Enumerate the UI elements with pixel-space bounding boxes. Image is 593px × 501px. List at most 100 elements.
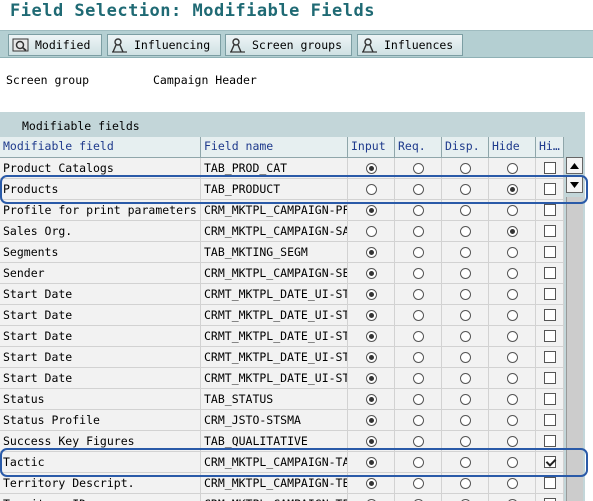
input-radio[interactable] [365,456,377,468]
hi-checkbox[interactable] [543,288,556,300]
hi-checkbox[interactable] [543,183,556,195]
table-row[interactable]: Start Date CRMT_MKTPL_DATE_UI-ST [0,326,564,347]
req-radio[interactable] [412,246,424,258]
req-radio[interactable] [412,204,424,216]
disp-radio[interactable] [459,288,471,300]
req-radio[interactable] [412,225,424,237]
hide-radio[interactable] [506,183,518,195]
disp-radio[interactable] [459,393,471,405]
hide-radio[interactable] [506,246,518,258]
hide-radio[interactable] [506,372,518,384]
disp-radio[interactable] [459,246,471,258]
disp-radio[interactable] [459,456,471,468]
scroll-down-button[interactable] [566,176,583,193]
hide-radio[interactable] [506,456,518,468]
table-row[interactable]: Sales Org. CRM_MKTPL_CAMPAIGN-SA [0,221,564,242]
disp-radio[interactable] [459,309,471,321]
table-row[interactable]: Product Catalogs TAB_PROD_CAT [0,158,564,179]
table-row[interactable]: Tactic CRM_MKTPL_CAMPAIGN-TA [0,452,564,473]
input-radio[interactable] [365,477,377,489]
input-radio[interactable] [365,162,377,174]
req-radio[interactable] [412,393,424,405]
disp-radio[interactable] [459,204,471,216]
input-radio[interactable] [365,246,377,258]
hi-checkbox[interactable] [543,225,556,237]
hide-radio[interactable] [506,204,518,216]
input-radio[interactable] [365,351,377,363]
disp-radio[interactable] [459,225,471,237]
req-radio[interactable] [412,162,424,174]
input-radio[interactable] [365,435,377,447]
req-radio[interactable] [412,267,424,279]
input-radio[interactable] [365,393,377,405]
req-radio[interactable] [412,456,424,468]
hide-radio[interactable] [506,330,518,342]
req-radio[interactable] [412,330,424,342]
vertical-scrollbar[interactable] [566,157,584,501]
table-row[interactable]: Start Date CRMT_MKTPL_DATE_UI-ST [0,284,564,305]
input-radio[interactable] [365,330,377,342]
table-row[interactable]: Territory Descript. CRM_MKTPL_CAMPAIGN-TE [0,473,564,494]
table-row[interactable]: Sender CRM_MKTPL_CAMPAIGN-SE [0,263,564,284]
table-row[interactable]: Segments TAB_MKTING_SEGM [0,242,564,263]
hide-radio[interactable] [506,477,518,489]
hi-checkbox[interactable] [543,246,556,258]
input-radio[interactable] [365,204,377,216]
col-header-disp[interactable]: Disp. [442,137,489,158]
hide-radio[interactable] [506,162,518,174]
table-row[interactable]: Success Key Figures TAB_QUALITATIVE [0,431,564,452]
influences-button[interactable]: Influences [357,34,463,56]
table-row[interactable]: Start Date CRMT_MKTPL_DATE_UI-ST [0,368,564,389]
table-row[interactable]: Products TAB_PRODUCT [0,179,564,200]
disp-radio[interactable] [459,351,471,363]
input-radio[interactable] [365,267,377,279]
hi-checkbox[interactable] [543,414,556,426]
col-header-modifiable-field[interactable]: Modifiable field [0,137,201,158]
modified-button[interactable]: Modified [8,34,102,56]
col-header-input[interactable]: Input [348,137,395,158]
hide-radio[interactable] [506,225,518,237]
input-radio[interactable] [365,288,377,300]
hide-radio[interactable] [506,435,518,447]
hi-checkbox[interactable] [543,435,556,447]
screen-groups-button[interactable]: Screen groups [225,34,352,56]
input-radio[interactable] [365,309,377,321]
req-radio[interactable] [412,183,424,195]
scroll-thumb[interactable] [566,197,583,501]
hi-checkbox[interactable] [543,351,556,363]
col-header-hide[interactable]: Hide [489,137,536,158]
req-radio[interactable] [412,435,424,447]
req-radio[interactable] [412,309,424,321]
hi-checkbox[interactable] [543,162,556,174]
input-radio[interactable] [365,414,377,426]
req-radio[interactable] [412,414,424,426]
hide-radio[interactable] [506,267,518,279]
disp-radio[interactable] [459,477,471,489]
input-radio[interactable] [365,183,377,195]
hide-radio[interactable] [506,309,518,321]
req-radio[interactable] [412,372,424,384]
influencing-button[interactable]: Influencing [107,34,221,56]
input-radio[interactable] [365,372,377,384]
hi-checkbox[interactable] [543,372,556,384]
table-row[interactable]: Profile for print parameters CRM_MKTPL_CA… [0,200,564,221]
hide-radio[interactable] [506,393,518,405]
disp-radio[interactable] [459,435,471,447]
disp-radio[interactable] [459,330,471,342]
input-radio[interactable] [365,225,377,237]
hi-checkbox[interactable] [543,456,556,468]
hi-checkbox[interactable] [543,477,556,489]
disp-radio[interactable] [459,414,471,426]
col-header-field-name[interactable]: Field name [201,137,348,158]
table-row[interactable]: Territory IDCRM_MKTPL_CAMPAIGN-TE [0,494,564,501]
req-radio[interactable] [412,288,424,300]
hide-radio[interactable] [506,414,518,426]
hi-checkbox[interactable] [543,393,556,405]
hi-checkbox[interactable] [543,330,556,342]
hi-checkbox[interactable] [543,309,556,321]
table-row[interactable]: Start Date CRMT_MKTPL_DATE_UI-ST [0,305,564,326]
disp-radio[interactable] [459,372,471,384]
disp-radio[interactable] [459,267,471,279]
req-radio[interactable] [412,477,424,489]
req-radio[interactable] [412,351,424,363]
